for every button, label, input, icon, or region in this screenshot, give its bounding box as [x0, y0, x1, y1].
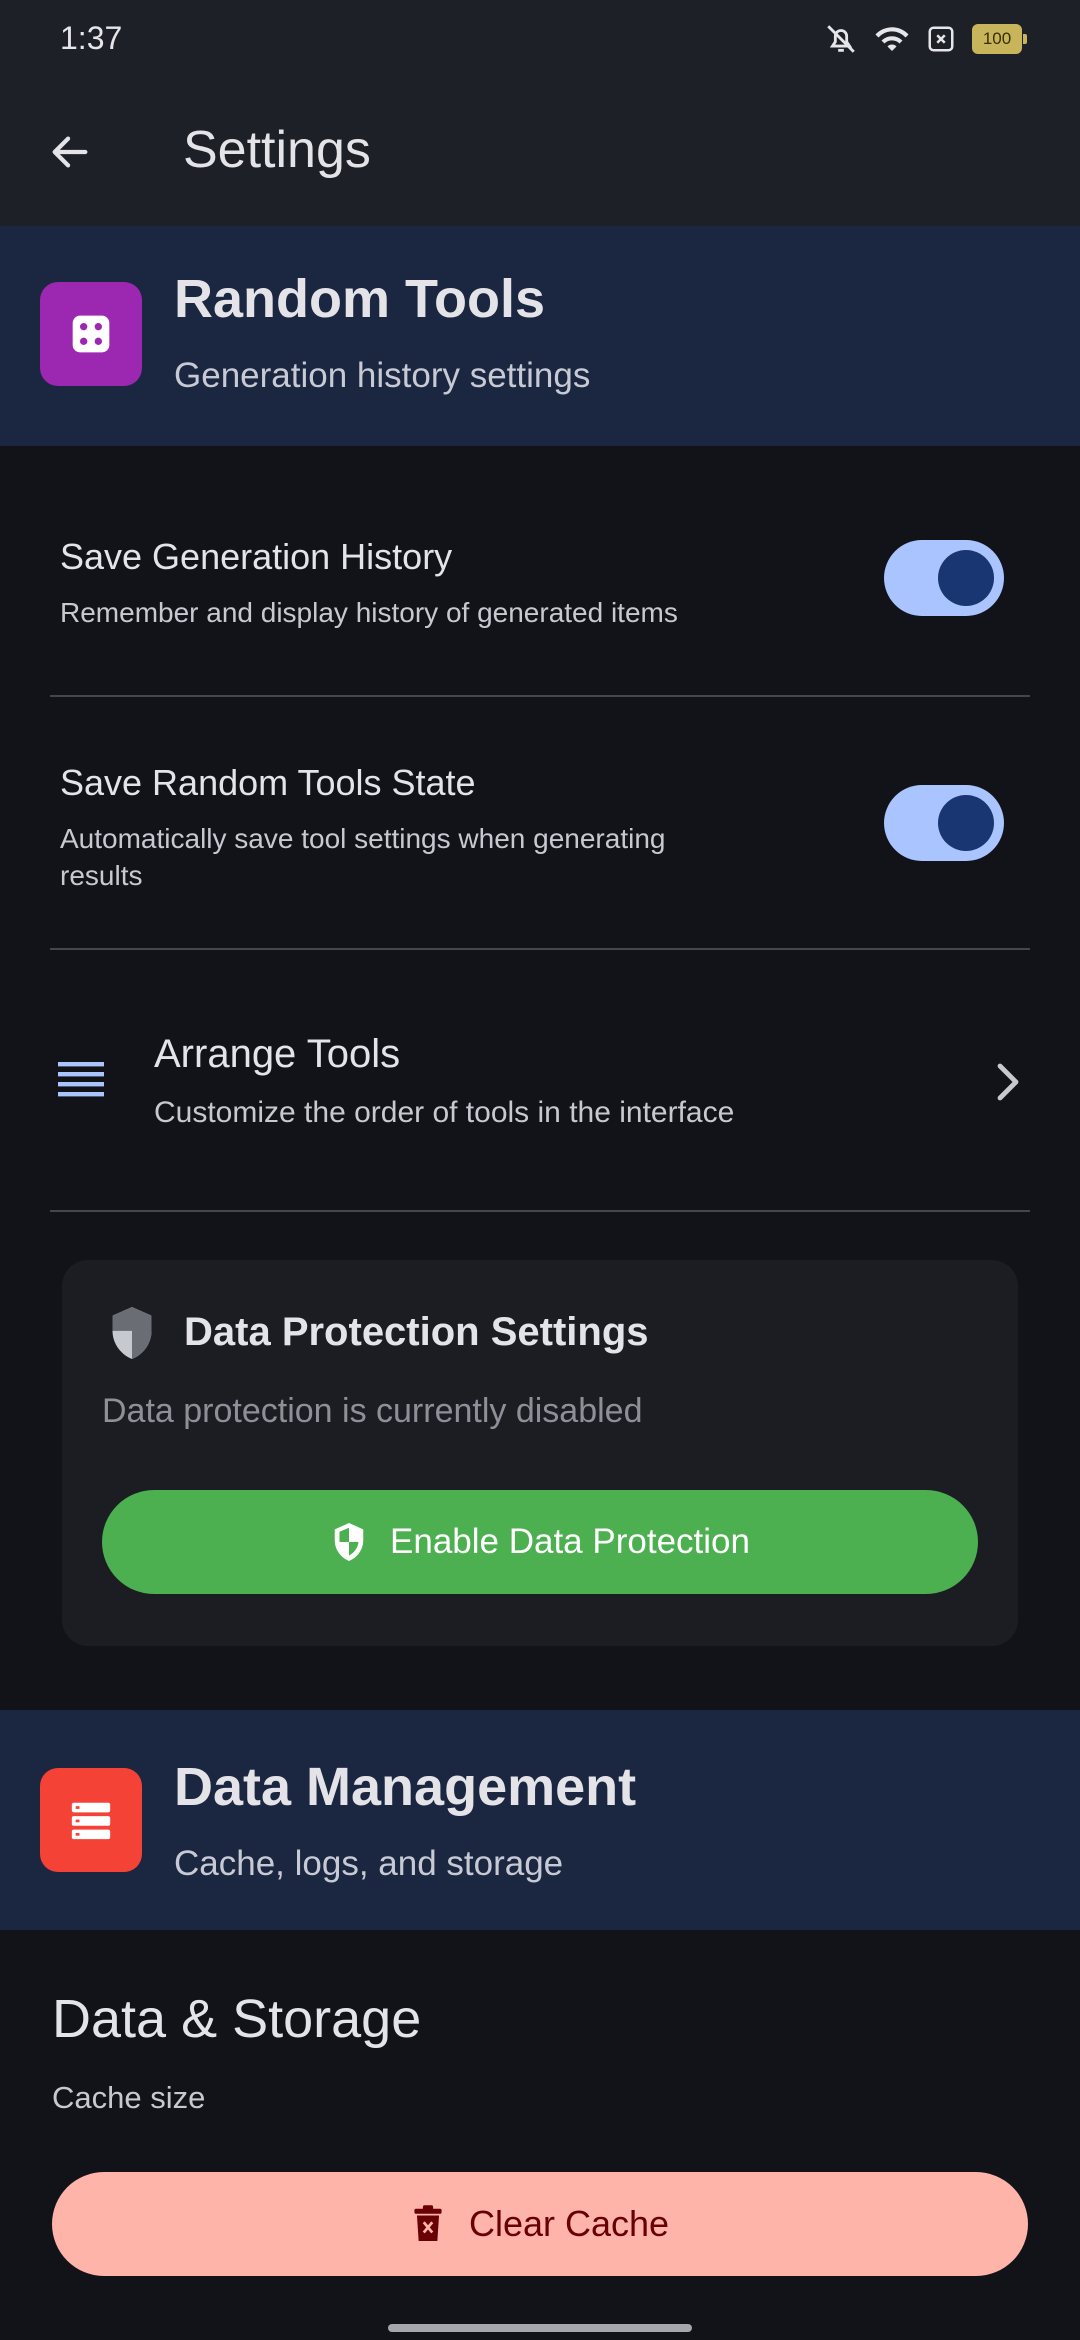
data-protection-title: Data Protection Settings	[184, 1310, 649, 1354]
status-time: 1:37	[60, 20, 123, 56]
setting-title: Save Generation History	[60, 536, 453, 577]
clear-cache-button[interactable]: Clear Cache	[52, 2172, 1028, 2276]
section-subtitle: Cache, logs, and storage	[174, 1844, 564, 1883]
storage-title: Data & Storage	[52, 1989, 422, 2049]
arrange-tools-title: Arrange Tools	[154, 1032, 401, 1076]
page-title: Settings	[183, 121, 371, 179]
setting-description: Remember and display history of generate…	[60, 597, 678, 628]
chevron-right-icon	[990, 1060, 1026, 1109]
battery-icon: 100	[972, 24, 1027, 54]
save-history-toggle[interactable]	[884, 540, 1004, 616]
home-indicator[interactable]	[388, 2324, 692, 2332]
data-management-header: Data Management Cache, logs, and storage	[0, 1710, 1080, 1930]
cache-size-label: Cache size	[52, 2080, 206, 2115]
setting-title: Save Random Tools State	[60, 762, 476, 803]
toggle-knob	[938, 795, 994, 851]
wifi-icon	[874, 23, 910, 55]
setting-description: Automatically save tool settings when ge…	[60, 823, 666, 891]
data-protection-status: Data protection is currently disabled	[102, 1392, 643, 1430]
random-tools-header: Random Tools Generation history settings	[0, 226, 1080, 446]
sim-x-icon	[926, 24, 956, 54]
divider	[50, 1210, 1030, 1212]
enable-data-protection-button[interactable]: Enable Data Protection	[102, 1490, 978, 1594]
section-subtitle: Generation history settings	[174, 356, 591, 395]
list-icon	[56, 1058, 106, 1105]
bell-off-icon	[824, 22, 858, 56]
back-button[interactable]	[40, 122, 100, 182]
shield-icon	[334, 1523, 364, 1561]
save-state-toggle[interactable]	[884, 785, 1004, 861]
shield-icon	[106, 1304, 158, 1367]
section-title: Data Management	[174, 1757, 637, 1817]
status-bar: 1:37 100	[0, 0, 1080, 80]
status-icons: 100	[824, 22, 1027, 56]
dice-icon	[40, 282, 142, 386]
toggle-knob	[938, 550, 994, 606]
server-icon	[40, 1768, 142, 1872]
divider	[50, 695, 1030, 697]
enable-data-protection-label: Enable Data Protection	[390, 1522, 750, 1561]
divider	[50, 948, 1030, 950]
section-title: Random Tools	[174, 269, 545, 329]
back-arrow-icon	[52, 136, 88, 168]
arrange-tools-description: Customize the order of tools in the inte…	[154, 1096, 735, 1129]
trash-icon	[414, 2205, 442, 2241]
app-bar: Settings	[0, 80, 1080, 226]
clear-cache-label: Clear Cache	[468, 2203, 670, 2244]
